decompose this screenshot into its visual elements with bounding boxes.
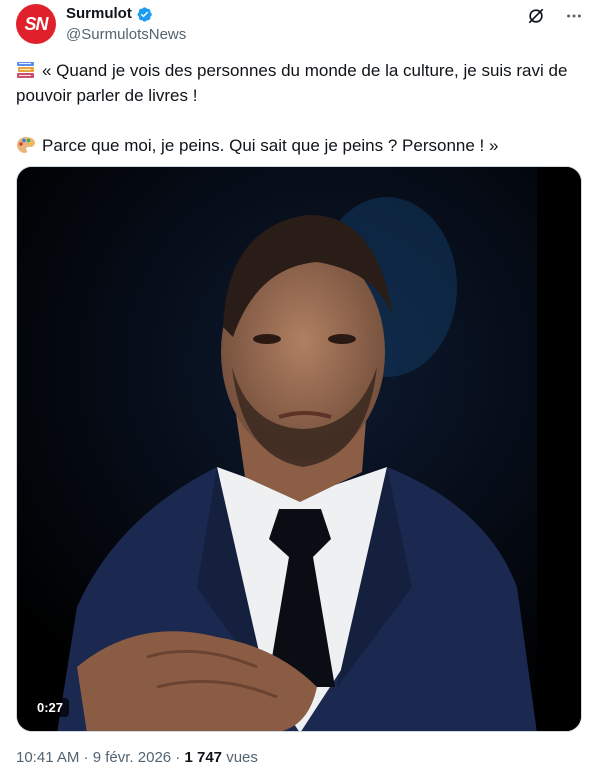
video-thumbnail <box>17 167 581 731</box>
tweet-line-1: « Quand je vois des personnes du monde d… <box>16 61 568 105</box>
tweet-meta: 10:41 AM · 9 févr. 2026 · 1 747 vues <box>16 749 258 766</box>
more-icon[interactable] <box>564 6 584 26</box>
verified-badge-icon <box>137 6 152 22</box>
tweet-date[interactable]: 9 févr. 2026 <box>93 749 171 766</box>
tweet-header: SN Surmulot @SurmulotsNews <box>16 4 584 46</box>
user-info: Surmulot @SurmulotsNews <box>66 5 186 45</box>
header-actions <box>526 6 584 26</box>
video-duration: 0:27 <box>31 698 70 717</box>
tweet-paragraph-1: « Quand je vois des personnes du monde d… <box>16 58 586 108</box>
avatar-text: SN <box>24 13 48 34</box>
views-count: 1 747 <box>184 749 223 766</box>
avatar[interactable]: SN <box>16 4 56 44</box>
books-emoji-icon <box>17 62 34 78</box>
meta-separator: · <box>171 749 185 766</box>
handle[interactable]: @SurmulotsNews <box>66 25 186 45</box>
tweet-line-2: Parce que moi, je peins. Qui sait que je… <box>42 136 499 155</box>
tweet-paragraph-2: Parce que moi, je peins. Qui sait que je… <box>16 133 586 158</box>
meta-separator: · <box>79 749 93 766</box>
views-label: vues <box>222 749 258 766</box>
display-name[interactable]: Surmulot <box>66 5 132 23</box>
grok-icon[interactable] <box>526 6 546 26</box>
tweet-text: « Quand je vois des personnes du monde d… <box>16 58 586 158</box>
video-player[interactable]: 0:27 <box>16 166 582 732</box>
palette-emoji-icon <box>17 137 35 153</box>
tweet-time[interactable]: 10:41 AM <box>16 749 79 766</box>
